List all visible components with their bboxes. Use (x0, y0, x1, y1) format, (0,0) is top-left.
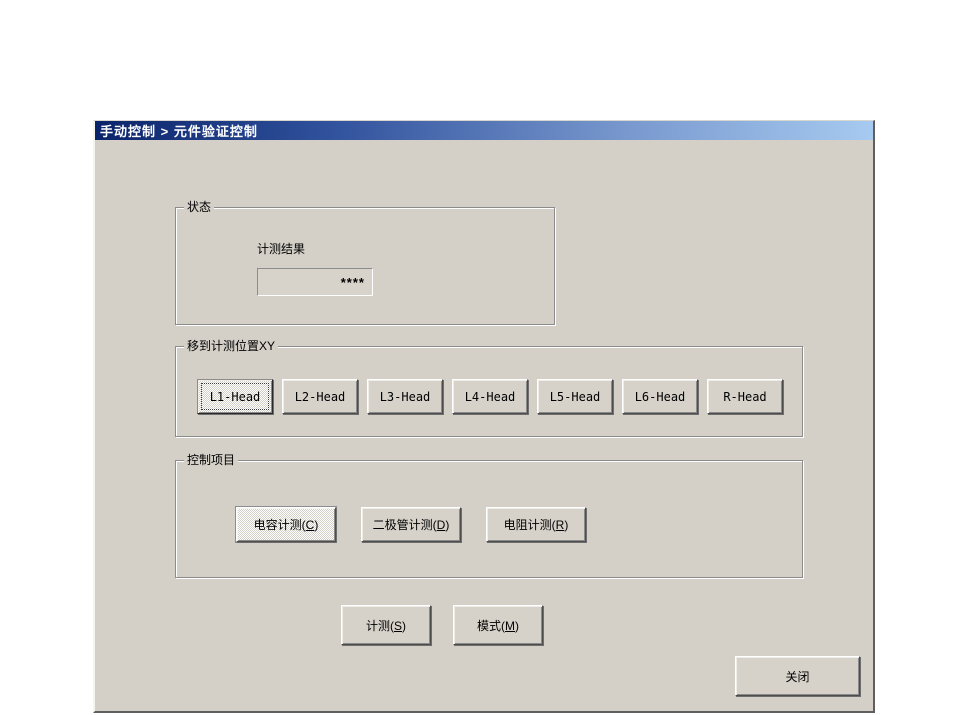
button-resistance-label: 电阻计测(R) (504, 516, 569, 533)
measure-result-label: 计测结果 (257, 240, 305, 257)
button-l3-head[interactable]: L3-Head (367, 379, 443, 414)
title-bar: 手动控制 > 元件验证控制 (95, 121, 873, 140)
window-title: 手动控制 > 元件验证控制 (100, 121, 258, 140)
button-l3-head-label: L3-Head (380, 390, 431, 404)
button-close-label: 关闭 (785, 668, 809, 685)
measure-result-field[interactable]: **** (257, 268, 373, 296)
dialog-body: 状态 计测结果 **** 移到计测位置XY L1-Head L2-Head L3… (95, 140, 873, 709)
status-groupbox: 状态 计测结果 **** (175, 207, 555, 325)
move-position-groupbox: 移到计测位置XY L1-Head L2-Head L3-Head L4-Head… (175, 346, 803, 437)
button-mode[interactable]: 模式(M) (453, 605, 543, 645)
button-r-head[interactable]: R-Head (707, 379, 783, 414)
button-l1-head[interactable]: L1-Head (197, 379, 273, 414)
button-diode-measure[interactable]: 二极管计测(D) (361, 507, 461, 542)
button-l4-head[interactable]: L4-Head (452, 379, 528, 414)
dialog-window: 手动控制 > 元件验证控制 状态 计测结果 **** 移到计测位置XY L1-H… (93, 120, 875, 713)
measure-result-value: **** (341, 275, 365, 290)
move-position-group-title: 移到计测位置XY (184, 339, 278, 354)
control-items-groupbox: 控制项目 电容计测(C) 二极管计测(D) 电阻计测(R) (175, 460, 803, 578)
head-button-row: L1-Head L2-Head L3-Head L4-Head L5-Head … (197, 379, 783, 414)
button-measure-label: 计测(S) (366, 617, 406, 634)
button-l2-head-label: L2-Head (295, 390, 346, 404)
status-group-title: 状态 (184, 200, 214, 215)
button-r-head-label: R-Head (723, 390, 766, 404)
button-l5-head-label: L5-Head (550, 390, 601, 404)
button-l6-head-label: L6-Head (635, 390, 686, 404)
button-resistance-measure[interactable]: 电阻计测(R) (486, 507, 586, 542)
button-l6-head[interactable]: L6-Head (622, 379, 698, 414)
button-measure[interactable]: 计测(S) (341, 605, 431, 645)
button-l2-head[interactable]: L2-Head (282, 379, 358, 414)
button-diode-label: 二极管计测(D) (373, 516, 450, 533)
control-items-group-title: 控制项目 (184, 453, 238, 468)
button-mode-label: 模式(M) (477, 617, 519, 634)
button-capacitance-measure[interactable]: 电容计测(C) (236, 507, 336, 542)
button-l1-head-label: L1-Head (210, 390, 261, 404)
button-l5-head[interactable]: L5-Head (537, 379, 613, 414)
button-capacitance-label: 电容计测(C) (254, 516, 319, 533)
button-close[interactable]: 关闭 (735, 656, 860, 696)
button-l4-head-label: L4-Head (465, 390, 516, 404)
